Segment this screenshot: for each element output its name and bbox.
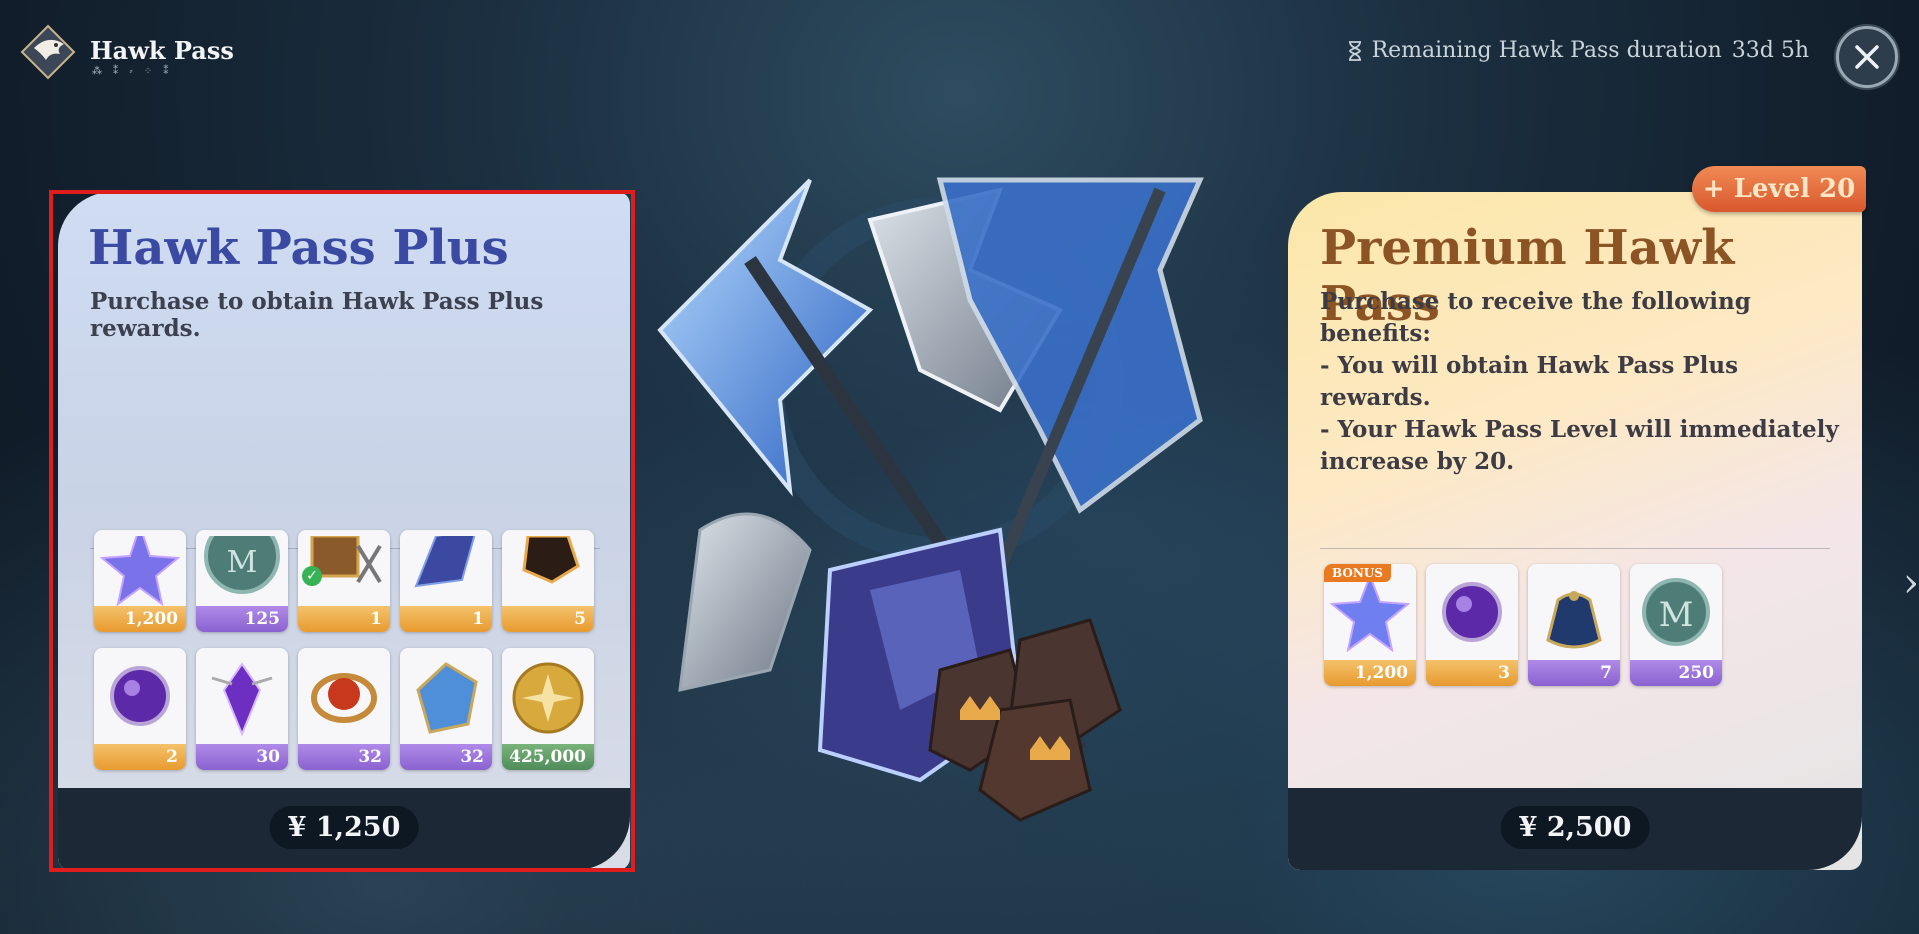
blue-cube-icon: [416, 662, 478, 734]
plus-price-button[interactable]: ¥ 1,250: [269, 806, 419, 849]
close-icon: [1855, 45, 1879, 69]
level-bonus-badge: + Level 20: [1692, 166, 1866, 212]
blue-shard-icon: [414, 536, 476, 588]
owned-check-icon: ✓: [302, 566, 322, 586]
reward-item[interactable]: ✓ 1: [298, 530, 390, 632]
purple-orb-icon: [1442, 582, 1502, 642]
star-crystal-icon: [1330, 573, 1410, 653]
hawk-pass-plus-card[interactable]: Hawk Pass Plus Purchase to obtain Hawk P…: [58, 192, 630, 870]
hawk-pass-logo: [20, 24, 76, 80]
plus-card-description: Purchase to obtain Hawk Pass Plus reward…: [90, 288, 544, 342]
svg-text:M: M: [227, 545, 258, 580]
reward-item[interactable]: BONUS 1,200: [1324, 564, 1416, 686]
premium-card-footer: ¥ 2,500: [1288, 788, 1862, 870]
reward-item[interactable]: 425,000: [502, 648, 594, 770]
chevron-right-icon[interactable]: ›: [1903, 560, 1919, 606]
plus-card-footer: ¥ 1,250: [58, 788, 630, 870]
timer-label: Remaining Hawk Pass duration: [1371, 38, 1722, 63]
dark-ore-icon: [522, 536, 580, 584]
hourglass-icon: [1348, 40, 1361, 61]
premium-hawk-pass-card[interactable]: Premium Hawk Pass Purchase to receive th…: [1288, 192, 1862, 870]
reward-item[interactable]: 2: [94, 648, 186, 770]
reward-item[interactable]: 32: [400, 648, 492, 770]
timer-value: 33d 5h: [1731, 38, 1809, 63]
plus-card-title: Hawk Pass Plus: [88, 220, 509, 276]
m-coin-icon: M: [204, 536, 280, 594]
purple-orb-icon: [110, 666, 170, 726]
premium-desc-line: Purchase to receive the following benefi…: [1320, 288, 1751, 347]
premium-desc-line: - Your Hawk Pass Level will immediately …: [1320, 416, 1839, 475]
pouch-icon: [1546, 591, 1602, 649]
divider: [1320, 548, 1830, 549]
premium-desc-line: - You will obtain Hawk Pass Plus rewards…: [1320, 352, 1739, 411]
premium-card-description: Purchase to receive the following benefi…: [1320, 286, 1840, 478]
purple-gem-icon: [211, 662, 273, 737]
reward-item[interactable]: 3: [1426, 564, 1518, 686]
svg-text:M: M: [1659, 595, 1694, 635]
reward-item[interactable]: 1: [400, 530, 492, 632]
gold-coin-icon: [512, 662, 584, 734]
reward-item[interactable]: 30: [196, 648, 288, 770]
star-crystal-icon: [100, 536, 180, 606]
bonus-tag: BONUS: [1324, 564, 1391, 582]
close-button[interactable]: [1836, 26, 1898, 88]
remaining-duration: Remaining Hawk Pass duration 33d 5h: [1348, 38, 1809, 63]
reward-item[interactable]: M 125: [196, 530, 288, 632]
fire-ring-icon: [311, 673, 377, 723]
reward-item[interactable]: M 250: [1630, 564, 1722, 686]
reward-item[interactable]: 1,200: [94, 530, 186, 632]
weapon-artwork: [657, 177, 1204, 822]
m-coin-icon: M: [1642, 578, 1710, 646]
reward-item[interactable]: 7: [1528, 564, 1620, 686]
reward-item[interactable]: 5: [502, 530, 594, 632]
header-title: Hawk Pass: [90, 36, 234, 65]
premium-price-button[interactable]: ¥ 2,500: [1500, 806, 1650, 849]
reward-item[interactable]: 32: [298, 648, 390, 770]
header-subtitle: ⁂ ⁑ ⸗ ⁘ ⁑: [92, 66, 173, 77]
